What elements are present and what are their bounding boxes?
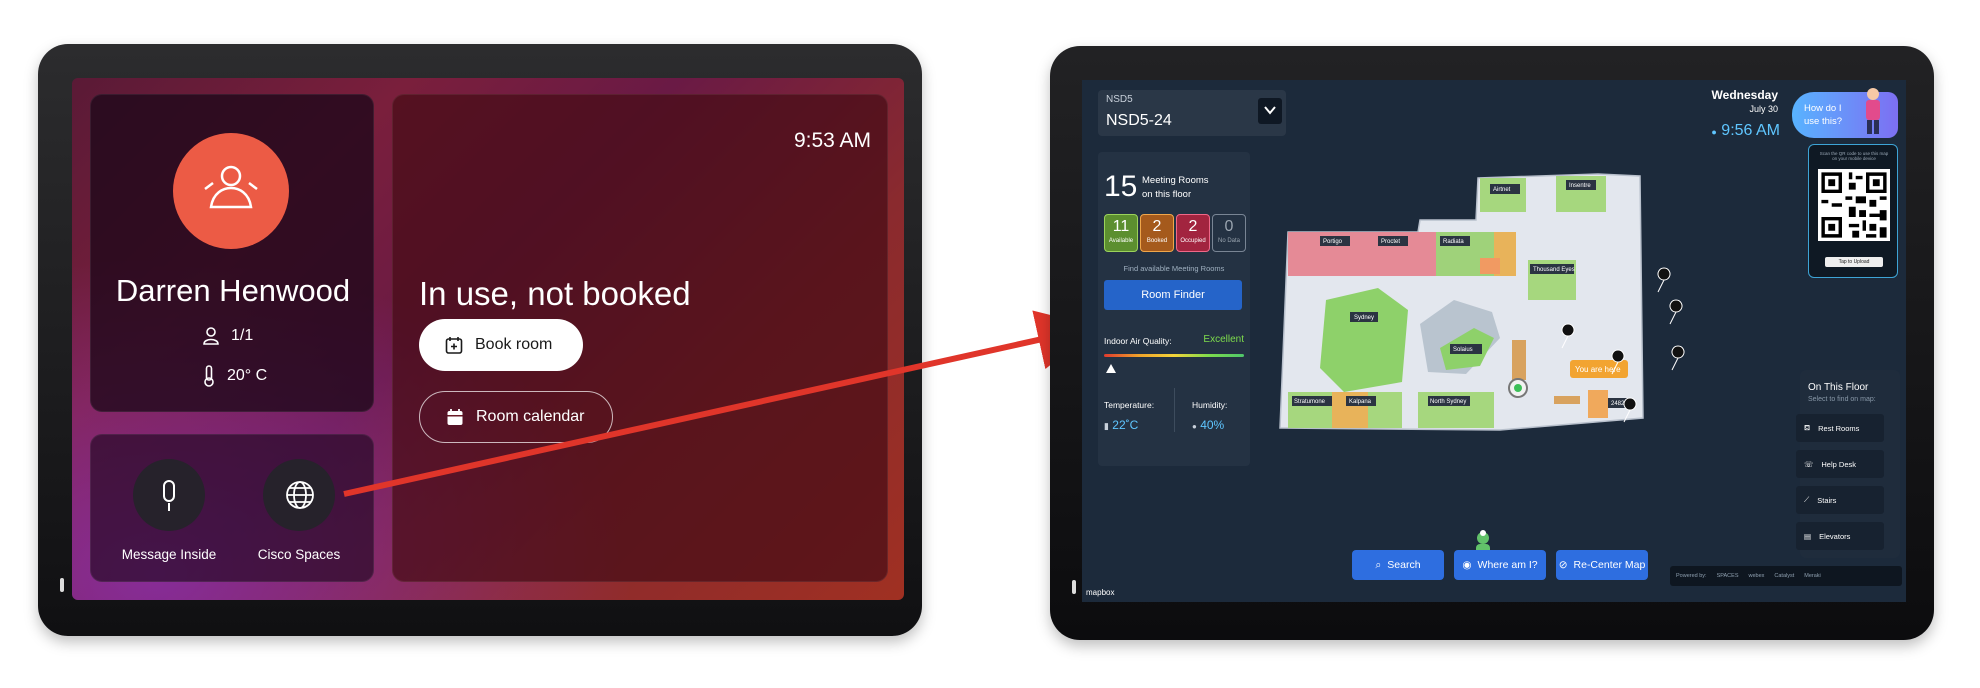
stat-available-label: Available [1108, 238, 1134, 244]
poi-stairs-label: Stairs [1817, 495, 1837, 505]
stat-booked[interactable]: 2 Booked [1140, 214, 1174, 252]
stat-occupied-label: Occupied [1180, 238, 1206, 244]
brand-catalyst: Catalyst [1774, 573, 1795, 579]
poi-stairs[interactable]: ⟋ Stairs [1796, 486, 1884, 514]
chevron-down-icon [1264, 106, 1276, 115]
wayfinding-map-screen: NSD5 NSD5-24 Wednesday July 30 ● 9:56 AM… [1082, 80, 1906, 602]
divider [1174, 388, 1175, 432]
map-label-proctet: Proctet [1381, 239, 1400, 245]
map-label-solaius: Solaius [1453, 347, 1473, 353]
map-clock-value: 9:56 AM [1721, 122, 1780, 139]
rooms-label: Meeting Rooms on this floor [1142, 174, 1209, 202]
map-label-portigo: Portigo [1323, 239, 1343, 245]
location-icon: ◉ [1462, 559, 1472, 571]
brand-meraki: Meraki [1804, 573, 1821, 579]
qr-code-icon[interactable] [1818, 169, 1890, 241]
map-label-radiata: Radiata [1443, 239, 1464, 245]
help-button[interactable]: How do I use this? [1792, 88, 1898, 138]
qr-caption: Scan the QR code to use this map on your… [1819, 151, 1889, 161]
date-month-day: July 30 [1749, 104, 1778, 114]
map-pin-icon[interactable] [1657, 267, 1671, 293]
droplet-icon: ● [1192, 422, 1197, 431]
qr-card: Scan the QR code to use this map on your… [1808, 144, 1898, 278]
powered-by-label: Powered by: [1676, 573, 1707, 579]
map-label-insentre: Insentre [1569, 183, 1591, 189]
right-device-home-indicator [1072, 580, 1076, 594]
map-pin-icon[interactable] [1671, 345, 1685, 371]
map-label-stratumone: Stratumone [1294, 399, 1326, 405]
recenter-label: Re-Center Map [1573, 559, 1646, 571]
air-quality-marker [1106, 364, 1116, 373]
search-label: Search [1387, 559, 1421, 571]
brand-webex: webex [1748, 573, 1765, 579]
on-this-floor-title: On This Floor [1808, 382, 1869, 393]
stat-booked-label: Booked [1146, 238, 1168, 244]
air-quality-value: Excellent [1203, 334, 1244, 345]
find-rooms-label: Find available Meeting Rooms [1123, 264, 1225, 273]
elevator-icon: ▤ [1804, 531, 1812, 541]
temperature-label: Temperature: [1104, 400, 1155, 410]
temperature-reading: ▮ 22˚C [1104, 418, 1138, 432]
stat-no-data-label: No Data [1217, 238, 1240, 244]
map-label-2482: 2482 [1611, 401, 1625, 407]
building-name: NSD5 [1106, 94, 1133, 105]
powered-by-bar: Powered by: SPACES webex Catalyst Meraki [1670, 566, 1902, 586]
clock-icon: ● [1711, 127, 1717, 137]
help-label: How do I use this? [1804, 103, 1843, 127]
date-day: Wednesday [1711, 88, 1778, 102]
humidity-label: Humidity: [1192, 400, 1228, 410]
stat-no-data-count: 0 [1224, 218, 1234, 235]
poi-rest-rooms[interactable]: ⛾ Rest Rooms [1796, 414, 1884, 442]
assistant-figure-icon [1866, 88, 1880, 134]
floor-map[interactable]: Airtnet Insentre Portigo Proctet Radiata… [1268, 160, 1738, 500]
rooms-label-line2: on this floor [1142, 189, 1192, 200]
brand-spaces: SPACES [1716, 573, 1739, 579]
poi-rest-rooms-label: Rest Rooms [1818, 423, 1860, 433]
map-label-kalpana: Kalpana [1349, 399, 1372, 405]
map-label-thousand-eyes: Thousand Eyes [1533, 267, 1575, 273]
where-am-i-label: Where am I? [1477, 559, 1538, 571]
map-label-sydney: Sydney [1354, 315, 1374, 321]
recenter-map-button[interactable]: ⊘ Re-Center Map [1556, 550, 1648, 580]
mapbox-logo: mapbox [1086, 588, 1115, 597]
poi-elevators-label: Elevators [1819, 531, 1851, 541]
meeting-rooms-card: 15 Meeting Rooms on this floor 11 Availa… [1098, 152, 1250, 466]
stat-available-count: 11 [1112, 218, 1130, 235]
map-label-north-sydney: North Sydney [1430, 399, 1466, 405]
humidity-reading: ● 40% [1192, 418, 1224, 432]
map-clock: ● 9:56 AM [1711, 122, 1780, 140]
floor-dropdown-button[interactable] [1258, 98, 1282, 124]
rooms-count: 15 [1104, 170, 1138, 203]
map-pin-icon[interactable] [1669, 299, 1683, 325]
where-am-i-button[interactable]: ◉ Where am I? [1454, 550, 1546, 580]
air-quality-label: Indoor Air Quality: [1104, 336, 1172, 346]
compass-icon: ⊘ [1558, 559, 1568, 571]
stairs-icon: ⟋ [1804, 495, 1810, 504]
floor-selector[interactable]: NSD5 NSD5-24 [1098, 90, 1286, 136]
humidity-reading-value: 40% [1200, 418, 1225, 432]
room-finder-button[interactable]: Room Finder [1104, 280, 1242, 310]
stat-no-data[interactable]: 0 No Data [1212, 214, 1246, 252]
search-button[interactable]: ⌕ Search [1352, 550, 1444, 580]
help-desk-icon: ☏ [1804, 459, 1814, 469]
stat-booked-count: 2 [1152, 218, 1162, 235]
poi-elevators[interactable]: ▤ Elevators [1796, 522, 1884, 550]
air-quality-bar [1104, 354, 1244, 357]
temperature-reading-value: 22˚C [1112, 418, 1139, 432]
poi-help-desk-label: Help Desk [1821, 459, 1856, 469]
rooms-label-line1: Meeting Rooms [1142, 175, 1209, 186]
qr-upload-button[interactable]: Tap to Upload [1825, 257, 1883, 267]
stat-occupied[interactable]: 2 Occupied [1176, 214, 1210, 252]
on-this-floor-subtitle: Select to find on map: [1808, 396, 1876, 403]
search-icon: ⌕ [1375, 558, 1382, 571]
stat-occupied-count: 2 [1188, 218, 1198, 235]
thermometer-icon: ▮ [1104, 421, 1109, 431]
restroom-icon: ⛾ [1804, 423, 1811, 432]
poi-help-desk[interactable]: ☏ Help Desk [1796, 450, 1884, 478]
stat-available[interactable]: 11 Available [1104, 214, 1138, 252]
floor-name: NSD5-24 [1106, 112, 1172, 129]
map-label-airtnet: Airtnet [1493, 187, 1511, 193]
